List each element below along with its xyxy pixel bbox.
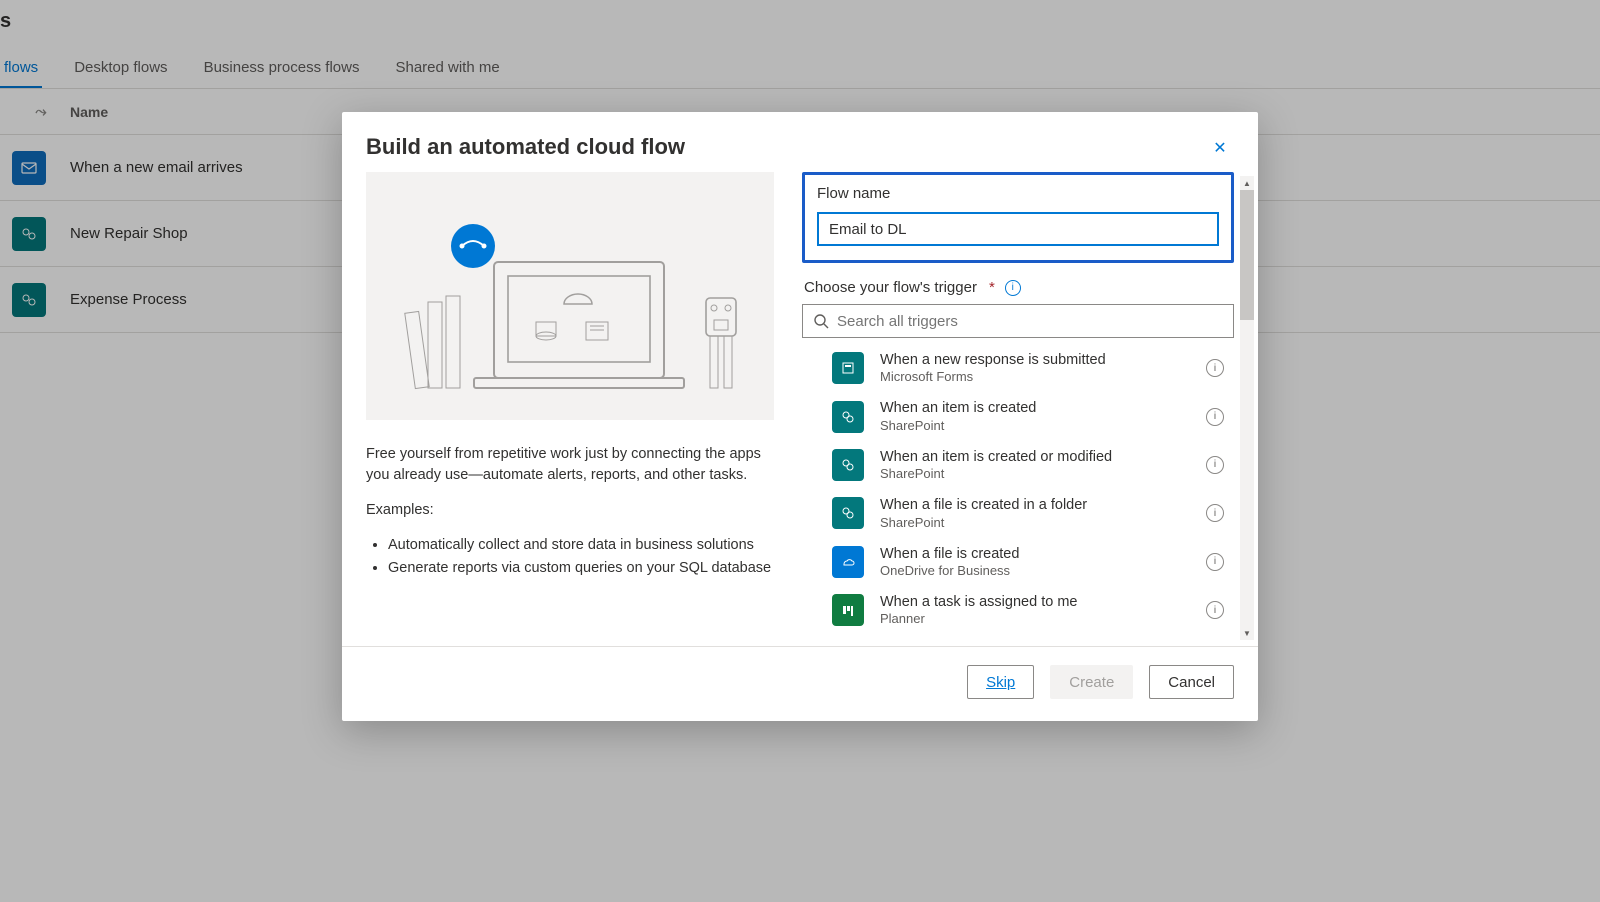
trigger-item[interactable]: When a file is createdOneDrive for Busin… [832,542,1224,590]
info-icon[interactable]: i [1206,359,1224,377]
info-icon[interactable]: i [1206,504,1224,522]
example-item: Generate reports via custom queries on y… [388,558,776,579]
flow-name-input[interactable] [817,212,1219,246]
trigger-subtitle: SharePoint [880,515,1190,530]
dialog-illustration [366,172,774,420]
search-triggers-field[interactable] [802,304,1234,338]
trigger-list: When a new response is submittedMicrosof… [832,348,1234,638]
skip-button[interactable]: Skip [967,665,1034,699]
flow-name-highlight: Flow name [802,172,1234,263]
trigger-title: When a file is created [880,546,1190,563]
sharepoint-icon [832,497,864,529]
trigger-item[interactable]: When an item is createdSharePoint i [832,396,1224,444]
info-icon[interactable]: i [1206,553,1224,571]
search-triggers-input[interactable] [837,313,1223,330]
trigger-label: Choose your flow's trigger [804,279,977,296]
modal-overlay: Build an automated cloud flow ✕ [0,0,1600,902]
scrollbar-thumb[interactable] [1240,190,1254,320]
cancel-button[interactable]: Cancel [1149,665,1234,699]
trigger-item[interactable]: When an item is created or modifiedShare… [832,445,1224,493]
trigger-title: When a file is created in a folder [880,497,1190,514]
close-icon[interactable]: ✕ [1206,134,1234,162]
planner-icon [832,594,864,626]
dialog-scrollbar[interactable]: ▲ ▼ [1240,176,1254,640]
info-icon[interactable]: i [1005,280,1021,296]
scroll-up-icon[interactable]: ▲ [1240,176,1254,190]
dialog-title: Build an automated cloud flow [366,134,685,160]
example-item: Automatically collect and store data in … [388,535,776,556]
build-flow-dialog: Build an automated cloud flow ✕ [342,112,1258,721]
trigger-item[interactable]: When a new response is submittedMicrosof… [832,348,1224,396]
trigger-subtitle: SharePoint [880,466,1190,481]
info-icon[interactable]: i [1206,456,1224,474]
dialog-description: Free yourself from repetitive work just … [366,444,776,486]
trigger-title: When an item is created [880,400,1190,417]
trigger-title: When an item is created or modified [880,449,1190,466]
scroll-down-icon[interactable]: ▼ [1240,626,1254,640]
trigger-item[interactable]: When a task is assigned to mePlanner i [832,590,1224,638]
trigger-subtitle: Microsoft Forms [880,369,1190,384]
trigger-title: When a task is assigned to me [880,594,1190,611]
sharepoint-icon [832,401,864,433]
info-icon[interactable]: i [1206,408,1224,426]
trigger-title: When a new response is submitted [880,352,1190,369]
forms-icon [832,352,864,384]
trigger-subtitle: SharePoint [880,418,1190,433]
trigger-subtitle: Planner [880,611,1190,626]
create-button[interactable]: Create [1050,665,1133,699]
examples-heading: Examples: [366,500,776,521]
required-asterisk: * [989,279,995,296]
sharepoint-icon [832,449,864,481]
trigger-subtitle: OneDrive for Business [880,563,1190,578]
search-icon [813,313,829,329]
trigger-item[interactable]: When a file is created in a folderShareP… [832,493,1224,541]
flow-name-label: Flow name [817,185,1219,202]
onedrive-icon [832,546,864,578]
info-icon[interactable]: i [1206,601,1224,619]
